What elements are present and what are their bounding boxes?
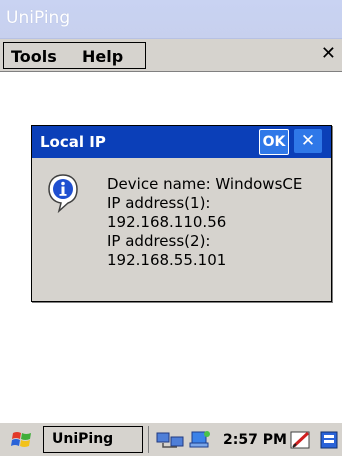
window-titlebar: UniPing	[0, 0, 342, 39]
keyboard-icon[interactable]	[319, 429, 341, 451]
connection-icon[interactable]	[187, 429, 213, 451]
clock[interactable]: 2:57 PM	[223, 432, 287, 448]
dialog-close-button[interactable]: ✕	[294, 129, 322, 153]
ip2-label: IP address(2):	[107, 232, 211, 250]
taskbar-app-label: UniPing	[52, 431, 114, 447]
ip1-value: 192.168.110.56	[107, 213, 227, 231]
system-tray: 2:57 PM	[148, 426, 342, 453]
window-title: UniPing	[6, 8, 71, 28]
app-close-button[interactable]: ✕	[321, 43, 336, 64]
ip2-value: 192.168.55.101	[107, 251, 227, 269]
device-name-line: Device name: WindowsCE	[107, 175, 303, 193]
ip1-label: IP address(1):	[107, 194, 211, 212]
network-icon[interactable]	[155, 429, 185, 451]
info-icon	[48, 174, 78, 213]
dialog-message: Device name: WindowsCE IP address(1): 19…	[107, 175, 302, 270]
dialog-title: Local IP	[40, 133, 106, 151]
menu-bar: Tools Help ✕	[0, 39, 342, 72]
local-ip-dialog: Local IP OK ✕ Device name: WindowsCE IP …	[31, 125, 332, 302]
ok-button[interactable]: OK	[259, 129, 289, 155]
menu-group: Tools Help	[3, 42, 146, 69]
taskbar: UniPing 2:57 PM	[0, 422, 342, 456]
menu-help[interactable]: Help	[82, 47, 123, 66]
menu-tools[interactable]: Tools	[11, 47, 57, 66]
windows-flag-icon[interactable]	[10, 428, 34, 452]
pen-icon[interactable]	[289, 429, 313, 451]
dialog-titlebar: Local IP OK ✕	[32, 126, 331, 158]
taskbar-app-button[interactable]: UniPing	[43, 426, 143, 453]
